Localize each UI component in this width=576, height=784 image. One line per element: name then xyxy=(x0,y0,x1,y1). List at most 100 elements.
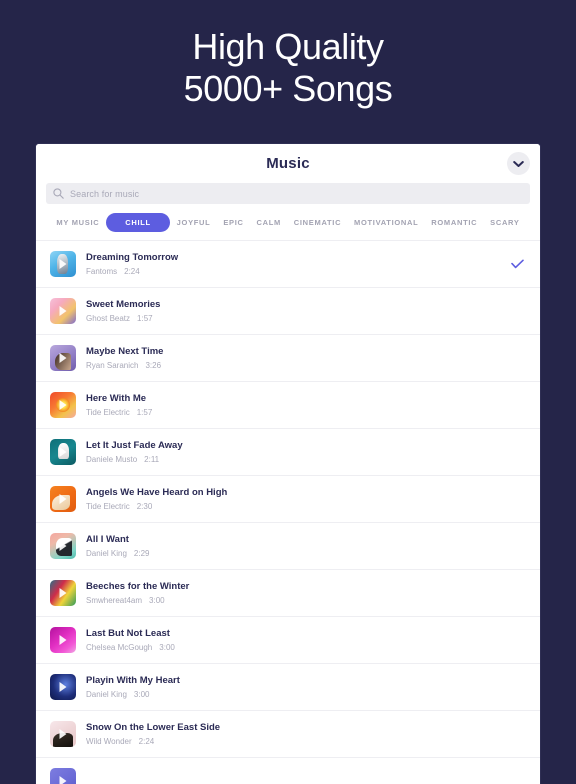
song-meta xyxy=(86,775,93,784)
song-meta: Here With Me Tide Electric 1:57 xyxy=(86,392,152,418)
song-artist: Tide Electric xyxy=(86,502,130,511)
search-input[interactable] xyxy=(70,189,523,199)
song-title: Maybe Next Time xyxy=(86,345,163,358)
play-icon xyxy=(60,635,67,645)
song-row[interactable]: Maybe Next Time Ryan Saranich 3:26 xyxy=(36,334,540,381)
album-art[interactable] xyxy=(50,674,76,700)
song-meta: Let It Just Fade Away Daniele Musto 2:11 xyxy=(86,439,183,465)
song-row[interactable]: Snow On the Lower East Side Wild Wonder2:… xyxy=(36,710,540,757)
song-meta: Beeches for the Winter Smwhereat4am 3:00 xyxy=(86,580,189,606)
song-duration: 1:57 xyxy=(137,314,153,323)
song-subtitle: Fantoms2:24 xyxy=(86,266,178,277)
song-title: Let It Just Fade Away xyxy=(86,439,183,452)
play-icon xyxy=(60,682,67,692)
album-art[interactable] xyxy=(50,580,76,606)
tab-epic[interactable]: EPIC xyxy=(217,213,250,232)
tab-romantic[interactable]: ROMANTIC xyxy=(425,213,484,232)
song-subtitle: Chelsea McGough3:00 xyxy=(86,642,175,653)
song-subtitle: Ryan Saranich 3:26 xyxy=(86,360,163,371)
tab-calm[interactable]: CALM xyxy=(250,213,287,232)
song-artist: Ryan Saranich xyxy=(86,361,138,370)
check-icon[interactable] xyxy=(511,259,524,269)
album-art[interactable] xyxy=(50,627,76,653)
song-title: All I Want xyxy=(86,533,150,546)
tab-motivational[interactable]: MOTIVATIONAL xyxy=(348,213,425,232)
song-artist: Ghost Beatz xyxy=(86,314,130,323)
album-art[interactable] xyxy=(50,486,76,512)
song-row[interactable]: Sweet Memories Ghost Beatz 1:57 xyxy=(36,287,540,334)
album-art[interactable] xyxy=(50,251,76,277)
song-artist: Wild Wonder xyxy=(86,737,132,746)
album-art[interactable] xyxy=(50,533,76,559)
song-title: Snow On the Lower East Side xyxy=(86,721,220,734)
song-duration: 1:57 xyxy=(137,408,153,417)
play-icon xyxy=(60,259,67,269)
play-icon xyxy=(60,588,67,598)
song-subtitle: Daniel King 3:00 xyxy=(86,689,180,700)
play-icon xyxy=(60,353,67,363)
song-artist: Chelsea McGough xyxy=(86,643,152,652)
song-row[interactable] xyxy=(36,757,540,784)
song-artist: Daniel King xyxy=(86,690,127,699)
hero-headline: High Quality 5000+ Songs xyxy=(0,0,576,110)
song-row[interactable]: Angels We Have Heard on High Tide Electri… xyxy=(36,475,540,522)
search-section xyxy=(36,183,540,204)
search-icon xyxy=(53,188,64,199)
song-duration: 2:11 xyxy=(144,455,159,464)
song-duration: 2:29 xyxy=(134,549,150,558)
song-row[interactable]: Last But Not LeastChelsea McGough3:00 xyxy=(36,616,540,663)
music-panel: Music MY MUSICCHILLJOYFULEPICCALMCINEMAT… xyxy=(36,144,540,784)
song-duration: 3:26 xyxy=(145,361,161,370)
play-icon xyxy=(60,447,67,457)
song-row[interactable]: Here With Me Tide Electric 1:57 xyxy=(36,381,540,428)
tab-cinematic[interactable]: CINEMATIC xyxy=(287,213,347,232)
song-duration: 2:30 xyxy=(137,502,153,511)
song-title: Angels We Have Heard on High xyxy=(86,486,227,499)
song-subtitle: Tide Electric 1:57 xyxy=(86,407,152,418)
song-meta: Playin With My HeartDaniel King3:00 xyxy=(86,674,180,700)
panel-header: Music xyxy=(36,144,540,183)
album-art[interactable] xyxy=(50,768,76,784)
page-title: Music xyxy=(266,155,310,172)
album-art[interactable] xyxy=(50,439,76,465)
song-row[interactable]: Beeches for the Winter Smwhereat4am 3:00 xyxy=(36,569,540,616)
album-art[interactable] xyxy=(50,345,76,371)
song-row[interactable]: Playin With My HeartDaniel King3:00 xyxy=(36,663,540,710)
chevron-down-icon[interactable] xyxy=(507,152,530,175)
hero-line-2: 5000+ Songs xyxy=(0,68,576,110)
song-title: Beeches for the Winter xyxy=(86,580,189,593)
song-artist: Smwhereat4am xyxy=(86,596,142,605)
search-bar[interactable] xyxy=(46,183,530,204)
song-duration: 2:24 xyxy=(124,267,140,276)
tab-joyful[interactable]: JOYFUL xyxy=(170,213,217,232)
play-icon xyxy=(60,400,67,410)
song-row[interactable]: Let It Just Fade Away Daniele Musto 2:11 xyxy=(36,428,540,475)
hero-line-1: High Quality xyxy=(0,26,576,68)
song-row[interactable]: Dreaming TomorrowFantoms2:24 xyxy=(36,240,540,287)
song-artist: Daniel King xyxy=(86,549,127,558)
song-artist: Daniele Musto xyxy=(86,455,137,464)
album-art[interactable] xyxy=(50,298,76,324)
tab-my-music[interactable]: MY MUSIC xyxy=(50,213,106,232)
tab-scary[interactable]: SCARY xyxy=(484,213,526,232)
play-icon xyxy=(60,729,67,739)
category-tabs: MY MUSICCHILLJOYFULEPICCALMCINEMATICMOTI… xyxy=(36,204,540,240)
song-title: Here With Me xyxy=(86,392,152,405)
song-row[interactable]: All I Want Daniel King 2:29 xyxy=(36,522,540,569)
song-meta: Snow On the Lower East Side Wild Wonder2:… xyxy=(86,721,220,747)
song-list: Dreaming TomorrowFantoms2:24Sweet Memori… xyxy=(36,240,540,784)
song-duration: 3:00 xyxy=(149,596,165,605)
song-meta: Last But Not LeastChelsea McGough3:00 xyxy=(86,627,175,653)
song-title: Sweet Memories xyxy=(86,298,160,311)
song-duration: 3:00 xyxy=(134,690,150,699)
song-meta: All I Want Daniel King 2:29 xyxy=(86,533,150,559)
song-artist: Tide Electric xyxy=(86,408,130,417)
song-subtitle: Wild Wonder2:24 xyxy=(86,736,220,747)
song-subtitle: Tide Electric 2:30 xyxy=(86,501,227,512)
song-subtitle xyxy=(86,777,93,784)
album-art[interactable] xyxy=(50,392,76,418)
album-art[interactable] xyxy=(50,721,76,747)
song-subtitle: Ghost Beatz 1:57 xyxy=(86,313,160,324)
song-meta: Angels We Have Heard on High Tide Electri… xyxy=(86,486,227,512)
tab-chill[interactable]: CHILL xyxy=(106,213,170,232)
